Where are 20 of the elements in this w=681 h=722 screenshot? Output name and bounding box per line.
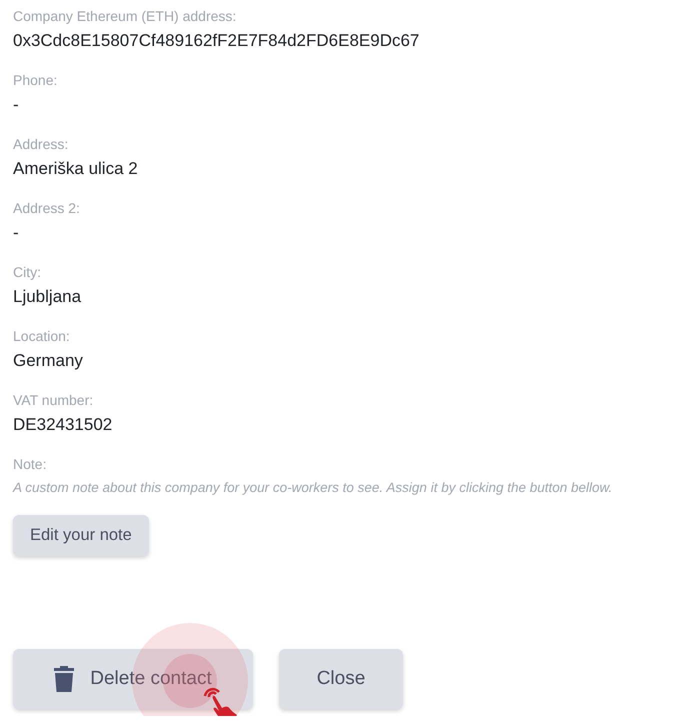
field-value: - xyxy=(13,222,19,244)
edit-note-button[interactable]: Edit your note xyxy=(13,515,149,556)
close-button[interactable]: Close xyxy=(279,649,403,709)
field-label: Phone: xyxy=(13,71,58,90)
field-label: Address: xyxy=(13,135,68,154)
note-text: A custom note about this company for your co-workers to see. Assign it by clicking the button bellow. xyxy=(13,479,612,497)
field-label: VAT number: xyxy=(13,391,94,410)
field-label: Address 2: xyxy=(13,199,80,218)
field-label: Note: xyxy=(13,455,46,474)
trash-icon xyxy=(54,666,74,692)
field-value: Germany xyxy=(13,350,83,372)
delete-contact-button[interactable]: Delete contact xyxy=(13,649,253,709)
field-label: Location: xyxy=(13,327,70,346)
field-value: DE32431502 xyxy=(13,414,112,436)
field-label: City: xyxy=(13,263,41,282)
field-value: Ljubljana xyxy=(13,286,82,308)
field-value: 0x3Cdc8E15807Cf489162fF2E7F84d2FD6E8E9Dc67 xyxy=(13,30,420,52)
field-value: - xyxy=(13,94,19,116)
field-value: Ameriška ulica 2 xyxy=(13,158,138,180)
field-label: Company Ethereum (ETH) address: xyxy=(13,7,236,26)
